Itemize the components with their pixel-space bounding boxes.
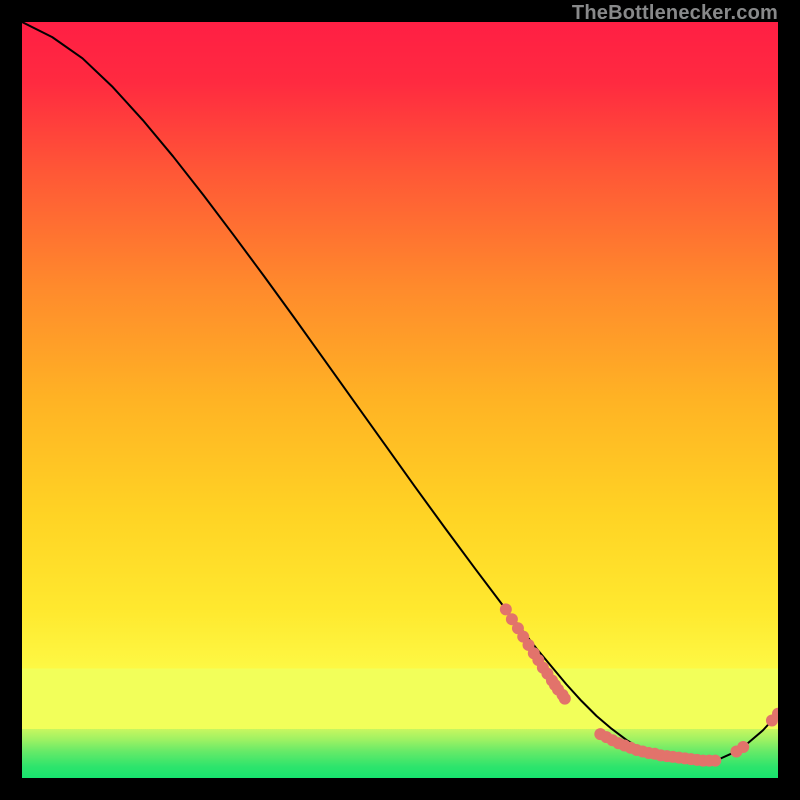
- bottleneck-chart: [22, 22, 778, 778]
- data-point: [559, 693, 571, 705]
- chart-stage: TheBottlenecker.com: [0, 0, 800, 800]
- data-point: [709, 755, 721, 767]
- data-point: [737, 741, 749, 753]
- chart-background: [22, 22, 778, 778]
